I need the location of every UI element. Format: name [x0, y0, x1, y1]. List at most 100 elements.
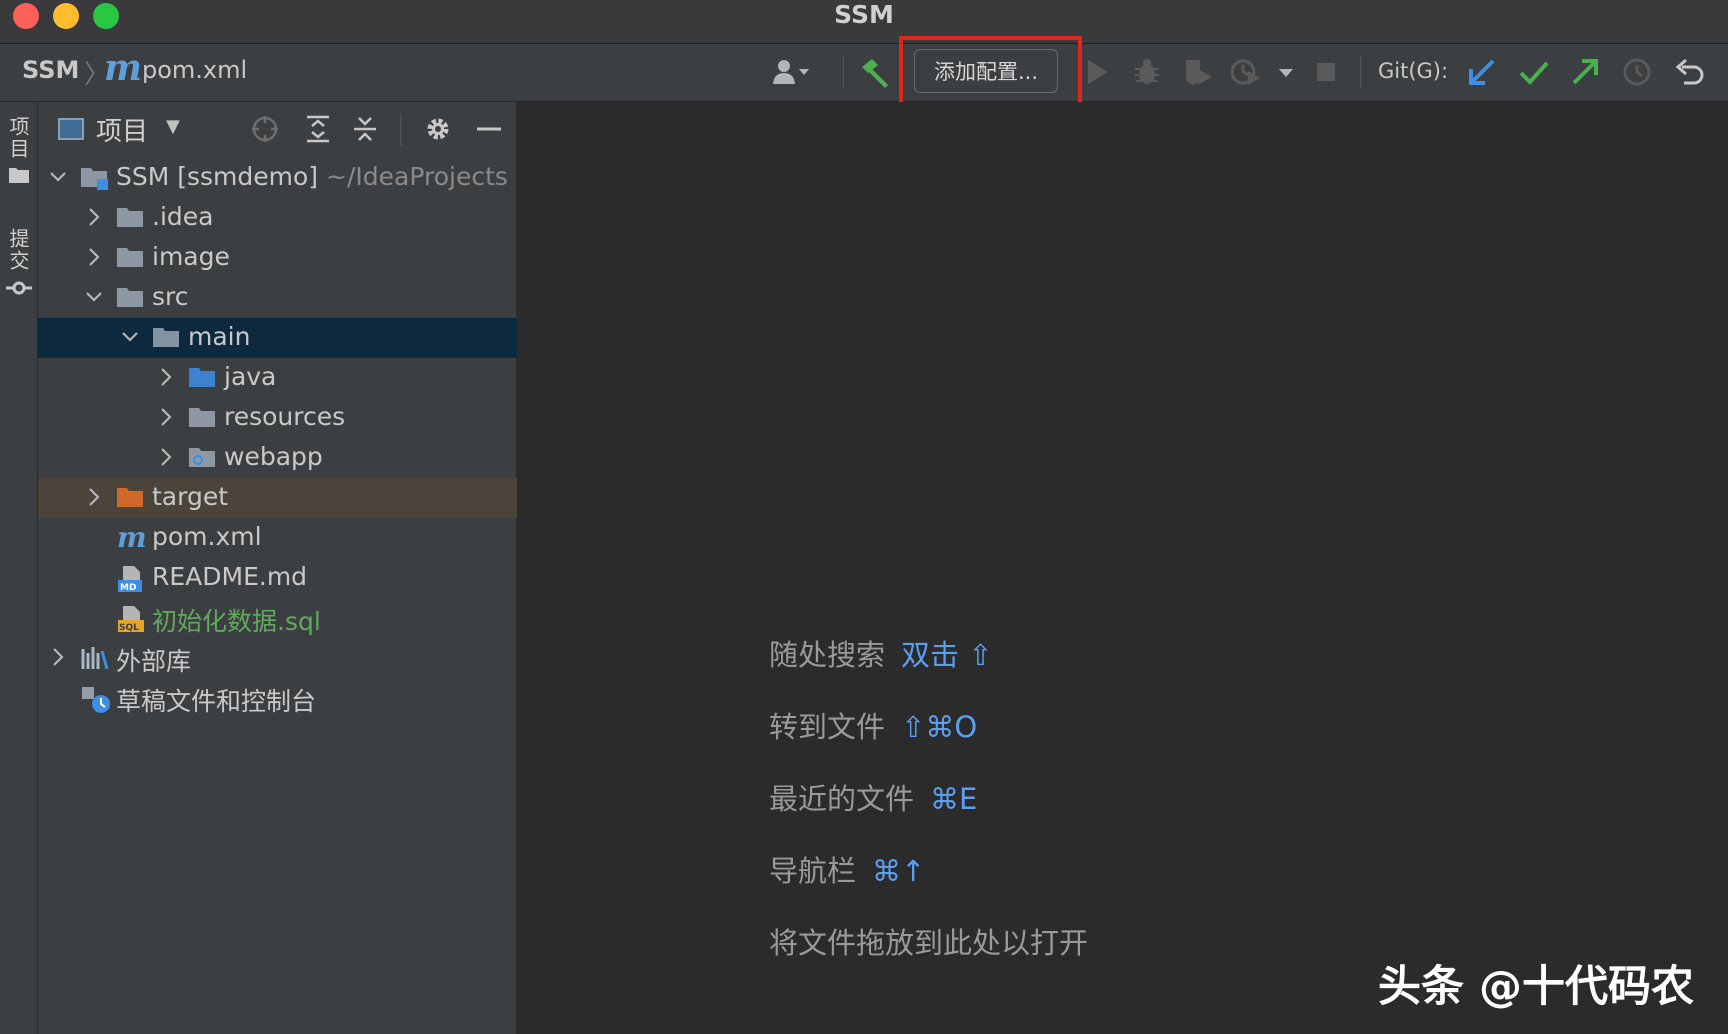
tree-row[interactable]: SSM [ssmdemo] ~/IdeaProjects [38, 158, 517, 198]
git-update-icon[interactable] [1462, 52, 1502, 92]
chevron-down-icon[interactable] [84, 286, 104, 308]
tree-row[interactable]: main [38, 318, 517, 358]
toolbar-divider [843, 56, 844, 88]
hide-panel-icon[interactable] [472, 112, 506, 146]
folder-icon [116, 205, 144, 229]
debug-icon[interactable] [1127, 52, 1167, 92]
tree-row[interactable]: resources [38, 398, 517, 438]
source-folder-icon [188, 365, 216, 389]
tree-row[interactable]: java [38, 358, 517, 398]
window-title: SSM [834, 0, 894, 29]
tree-row-label: 初始化数据.sql [152, 607, 321, 636]
run-icon[interactable] [1077, 52, 1117, 92]
module-folder-icon [80, 165, 108, 190]
tree-row-label: java [224, 362, 277, 391]
tree-row-label: 草稿文件和控制台 [116, 687, 317, 716]
project-tool-tab[interactable]: 项目 [0, 116, 37, 184]
tree-row[interactable]: image [38, 238, 517, 278]
hint-shortcut: 双击 ⇧ [901, 638, 993, 672]
chevron-right-icon[interactable] [84, 246, 104, 268]
hint-text: 导航栏 [769, 854, 857, 888]
web-folder-icon [188, 445, 216, 469]
hint-text: 随处搜索 [769, 638, 886, 672]
chevron-right-icon[interactable] [156, 406, 176, 428]
folder-icon [116, 285, 144, 309]
tree-row[interactable]: .idea [38, 198, 517, 238]
user-icon[interactable] [770, 52, 810, 92]
breadcrumb-project[interactable]: SSM [22, 56, 79, 84]
rollback-icon[interactable] [1670, 52, 1710, 92]
commit-icon [5, 281, 32, 295]
tree-row[interactable]: SQL 初始化数据.sql [38, 598, 517, 638]
chevron-right-icon[interactable] [156, 366, 176, 388]
tree-row-label: webapp [224, 442, 323, 471]
title-bar: SSM [0, 0, 1728, 44]
tree-row-label: main [188, 322, 251, 351]
project-panel-header: 项目 ▼ [38, 102, 517, 154]
git-commit-icon[interactable] [1514, 52, 1554, 92]
tree-row[interactable]: src [38, 278, 517, 318]
project-view-icon [58, 118, 84, 140]
project-panel: 项目 ▼ SSM [ssmdemo] ~/IdeaProjects .idea … [38, 102, 517, 1034]
project-tree: SSM [ssmdemo] ~/IdeaProjects .idea image sr… [38, 158, 517, 718]
tree-row-label: pom.xml [152, 522, 262, 551]
build-hammer-icon[interactable] [855, 52, 895, 92]
chevron-right-icon[interactable] [84, 206, 104, 228]
project-tab-label: 项目 [6, 116, 30, 160]
tree-row-path-hint: ~/IdeaProjects [318, 162, 508, 191]
chevron-down-icon[interactable] [1266, 52, 1306, 92]
chevron-down-icon[interactable]: ▼ [166, 116, 180, 137]
gear-icon[interactable] [421, 112, 455, 146]
excluded-folder-icon [116, 485, 144, 509]
git-push-icon[interactable] [1565, 52, 1605, 92]
library-icon [80, 645, 109, 670]
tree-row-label: resources [224, 402, 346, 431]
select-opened-file-icon[interactable] [248, 112, 282, 146]
scratch-icon [80, 685, 110, 713]
expand-all-icon[interactable] [301, 112, 335, 146]
tree-row[interactable]: m pom.xml [38, 518, 517, 558]
commit-tool-tab[interactable]: 提交 [0, 228, 37, 298]
tree-row-label: SSM [ssmdemo] ~/IdeaProjects [116, 162, 508, 191]
tree-row-label: target [152, 482, 229, 511]
tree-row[interactable]: MD README.md [38, 558, 517, 598]
toolbar-divider [1360, 56, 1361, 88]
project-panel-title[interactable]: 项目 [96, 111, 148, 148]
stop-icon[interactable] [1306, 52, 1346, 92]
git-label: Git(G): [1378, 59, 1449, 83]
editor-empty-area[interactable]: 随处搜索 双击 ⇧ 转到文件 ⇧⌘O 最近的文件 ⌘E 导航栏 ⌘↑ 将文件拖放到此处以… [517, 102, 1728, 1034]
tree-row-label: image [152, 242, 230, 271]
tool-window-strip: 项目 提交 [0, 102, 38, 1034]
main-toolbar: SSM 〉 m pom.xml 添加配置... Git(G): [0, 44, 1728, 102]
watermark: 头条 @十代码农 [1378, 962, 1694, 1012]
tree-row[interactable]: webapp [38, 438, 517, 478]
tree-row-label: src [152, 282, 189, 311]
tree-row[interactable]: target [38, 478, 517, 518]
svg-text:SQL: SQL [119, 623, 139, 633]
tree-row[interactable]: 草稿文件和控制台 [38, 678, 517, 718]
hint-drop-files: 将文件拖放到此处以打开 [769, 920, 1088, 962]
chevron-down-icon[interactable] [48, 166, 68, 188]
tree-row[interactable]: 外部库 [38, 638, 517, 678]
hint-search-everywhere: 随处搜索 双击 ⇧ [769, 632, 993, 674]
coverage-icon[interactable] [1178, 52, 1218, 92]
chevron-right-icon[interactable] [84, 486, 104, 508]
collapse-all-icon[interactable] [348, 112, 382, 146]
folder-icon [152, 325, 180, 349]
profiler-icon[interactable] [1226, 52, 1266, 92]
hint-text: 将文件拖放到此处以打开 [769, 926, 1089, 960]
chevron-down-icon[interactable] [120, 326, 140, 348]
commit-tab-label: 提交 [6, 228, 30, 272]
hint-text: 转到文件 [769, 710, 886, 744]
tree-row-label: .idea [152, 202, 214, 231]
hint-shortcut: ⇧⌘O [901, 710, 978, 744]
hint-go-to-file: 转到文件 ⇧⌘O [769, 704, 977, 746]
tree-row-label: 外部库 [116, 647, 192, 676]
tree-row-label: README.md [152, 562, 308, 591]
chevron-right-icon[interactable] [48, 646, 68, 668]
breadcrumb-file[interactable]: pom.xml [142, 56, 247, 84]
maven-file-icon: m [116, 521, 147, 554]
history-icon[interactable] [1617, 52, 1657, 92]
maven-file-icon: m [104, 47, 143, 89]
chevron-right-icon[interactable] [156, 446, 176, 468]
